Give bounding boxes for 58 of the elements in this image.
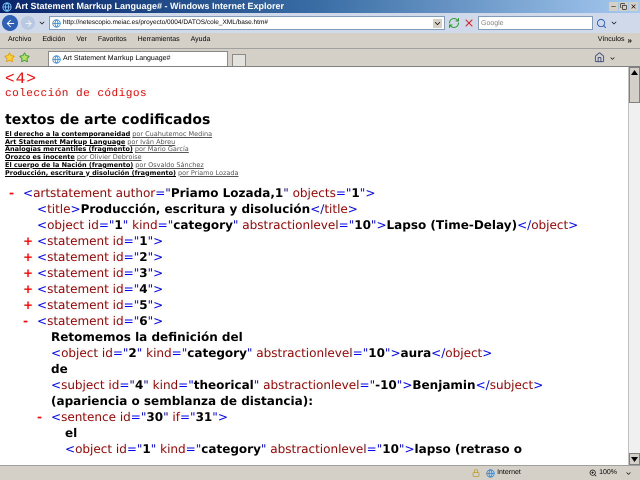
expand-toggle[interactable]: + bbox=[23, 281, 34, 298]
minimize-icon bbox=[610, 3, 617, 10]
close-button[interactable] bbox=[629, 2, 638, 11]
xml-line: <sentence id="30" if="31"> bbox=[51, 409, 228, 426]
browser-icon bbox=[2, 2, 12, 12]
logo-mark: <4> bbox=[5, 71, 38, 88]
back-button[interactable] bbox=[2, 15, 18, 31]
home-icon[interactable] bbox=[594, 52, 605, 63]
close-icon bbox=[630, 3, 637, 10]
logo-subtitle: colección de códigos bbox=[5, 88, 148, 100]
stop-icon[interactable] bbox=[463, 17, 475, 29]
xml-line: <statement id="3"> bbox=[37, 265, 164, 282]
restore-button[interactable] bbox=[619, 2, 628, 11]
expand-toggle[interactable]: - bbox=[23, 313, 28, 330]
xml-text: (apariencia o semblanza de distancia): bbox=[51, 393, 314, 410]
zone-icon bbox=[486, 468, 496, 478]
xml-text: el bbox=[65, 425, 78, 442]
xml-text: Retomemos la definición del bbox=[51, 329, 243, 346]
search-options-icon[interactable] bbox=[610, 19, 618, 27]
xml-line: <artstatement author="Priamo Lozada,1" objects="1"> bbox=[23, 185, 376, 202]
xml-line: <object id="1" kind="category" abstractionlevel="10">Lapso (Time-Delay)</object> bbox=[37, 217, 578, 234]
xml-text: de bbox=[51, 361, 68, 378]
xml-line: <statement id="6"> bbox=[37, 313, 164, 330]
page-icon bbox=[52, 18, 61, 28]
scrollbar[interactable] bbox=[628, 67, 640, 465]
expand-toggle[interactable]: + bbox=[23, 297, 34, 314]
tab-page-icon bbox=[52, 54, 61, 64]
xml-line: <object id="1" kind="category" abstractionlevel="10">lapso (retraso o bbox=[65, 441, 522, 458]
search-icon[interactable] bbox=[596, 18, 607, 28]
address-dropdown-icon[interactable] bbox=[433, 18, 442, 28]
scroll-down-icon[interactable] bbox=[631, 456, 638, 462]
xml-line: <statement id="4"> bbox=[37, 281, 164, 298]
xml-line: <statement id="1"> bbox=[37, 233, 164, 250]
back-arrow-icon bbox=[4, 18, 16, 28]
new-tab-button[interactable] bbox=[232, 54, 246, 66]
window-title: Art Statement Marrkup Language# - Windows Internet Explorer bbox=[15, 0, 284, 13]
more-links[interactable]: » bbox=[628, 34, 632, 46]
xml-line: <statement id="5"> bbox=[37, 297, 164, 314]
expand-toggle[interactable]: + bbox=[23, 233, 34, 250]
history-dropdown-icon[interactable] bbox=[38, 19, 46, 27]
refresh-icon[interactable] bbox=[448, 17, 460, 29]
home-dropdown-icon[interactable] bbox=[609, 55, 616, 62]
forward-arrow-icon bbox=[24, 18, 32, 28]
zoom-icon[interactable] bbox=[589, 469, 598, 477]
page-heading: textos de arte codificados bbox=[5, 112, 212, 128]
expand-toggle[interactable]: + bbox=[23, 249, 34, 266]
xml-line: <subject id="4" kind="theorical" abstractionlevel="-10">Benjamin</subject> bbox=[51, 377, 544, 394]
xml-line: <object id="2" kind="category" abstractionlevel="10">aura</object> bbox=[51, 345, 492, 362]
expand-toggle[interactable]: + bbox=[23, 265, 34, 282]
scroll-up-icon[interactable] bbox=[631, 70, 638, 75]
xml-line: <statement id="2"> bbox=[37, 249, 164, 266]
expand-toggle[interactable]: - bbox=[37, 409, 42, 426]
zoom-dropdown-icon[interactable] bbox=[625, 470, 632, 476]
restore-icon bbox=[620, 3, 627, 10]
security-icon bbox=[472, 469, 480, 477]
expand-toggle[interactable]: - bbox=[9, 185, 14, 202]
xml-line: <title>Producción, escritura y disolución</title> bbox=[37, 201, 358, 218]
minimize-button[interactable] bbox=[609, 2, 618, 11]
